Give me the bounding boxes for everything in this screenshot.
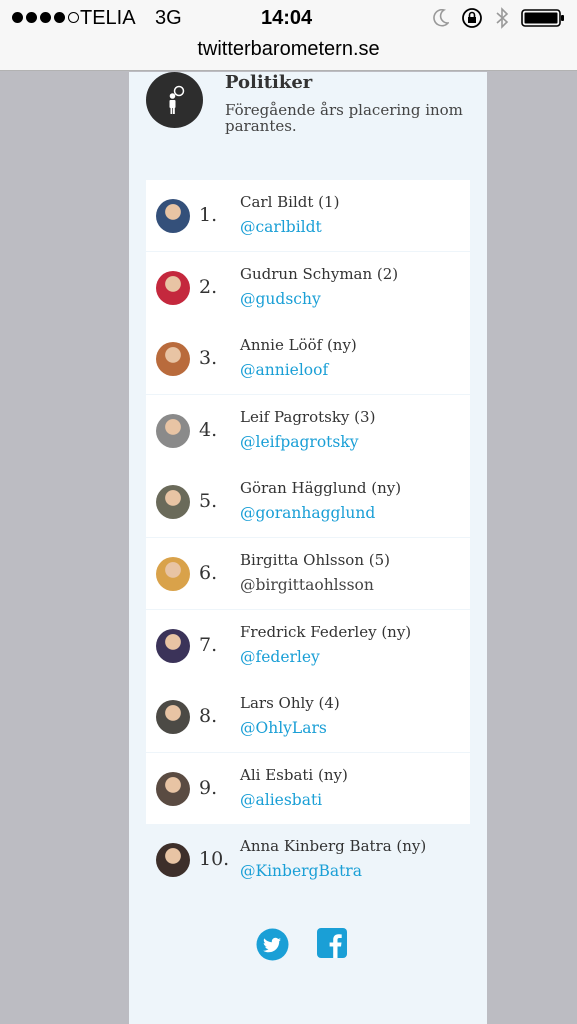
politician-name: Leif Pagrotsky (3) [240,407,376,426]
politician-name: Göran Hägglund (ny) [240,479,402,498]
ranking-list: 1. Carl Bildt (1) @carlbildt 2. Gudrun Schym… [146,180,470,896]
rank-number: 2. [199,275,218,298]
page-subtitle: Föregående års placering inom parantes. [225,101,463,135]
ranking-row[interactable]: 8. Lars Ohly (4) @OhlyLars [146,681,470,753]
battery-icon [521,8,565,34]
avatar[interactable] [156,342,190,377]
moon-icon [433,8,450,33]
ranking-row[interactable]: 10. Anna Kinberg Batra (ny) @KinbergBatra [146,824,470,895]
rank-number: 7. [199,633,218,656]
browser-chrome: TELIA 3G 14:04 twitterbarometern.se [0,0,577,71]
twitter-handle-link[interactable]: @leifpagrotsky [240,433,358,451]
twitter-handle-link[interactable]: @federley [240,648,320,666]
avatar[interactable] [156,843,190,878]
avatar[interactable] [156,485,190,520]
rank-number: 10. [199,848,230,871]
status-bar: TELIA 3G 14:04 [0,0,577,38]
rank-number: 8. [199,705,218,728]
rank-number: 6. [199,561,218,584]
twitter-handle-link[interactable]: @goranhagglund [240,504,375,522]
rank-number: 4. [199,418,218,441]
ranking-row[interactable]: 1. Carl Bildt (1) @carlbildt [146,180,470,251]
twitter-handle-link[interactable]: @birgittaohlsson [240,576,374,594]
twitter-handle-link[interactable]: @aliesbati [240,791,322,809]
politician-name: Anna Kinberg Batra (ny) [240,837,427,856]
signal-strength-icon [12,12,79,23]
politician-name: Gudrun Schyman (2) [240,264,399,283]
avatar[interactable] [156,270,190,305]
ranking-row[interactable]: 3. Annie Lööf (ny) @annieloof [146,323,470,395]
facebook-icon[interactable] [317,928,347,965]
ranking-row[interactable]: 9. Ali Esbati (ny) @aliesbati [146,752,470,824]
ranking-row[interactable]: 6. Birgitta Ohlsson (5) @birgittaohlsson [146,537,470,609]
bluetooth-icon [495,7,509,35]
avatar[interactable] [156,771,190,806]
politician-name: Birgitta Ohlsson (5) [240,550,391,569]
ranking-row[interactable]: 5. Göran Hägglund (ny) @goranhagglund [146,466,470,538]
twitter-icon[interactable] [256,928,289,965]
twitter-handle-link[interactable]: @KinbergBatra [240,862,362,880]
politician-name: Fredrick Federley (ny) [240,622,412,641]
content-panel: Politiker Föregående års placering inom … [129,72,487,1024]
ranking-row[interactable]: 2. Gudrun Schyman (2) @gudschy [146,251,470,323]
politician-name: Lars Ohly (4) [240,694,340,713]
avatar[interactable] [156,199,190,233]
rotation-lock-icon [461,7,483,35]
avatar[interactable] [156,628,190,663]
page-title: Politiker [225,72,313,93]
carrier-label: TELIA [80,7,136,29]
rank-number: 1. [199,204,218,226]
politician-name: Carl Bildt (1) [240,193,340,211]
network-label: 3G [155,7,182,29]
social-links [256,928,347,965]
politician-name: Ali Esbati (ny) [240,765,348,784]
avatar[interactable] [156,413,190,448]
twitter-handle-link[interactable]: @carlbildt [240,218,322,236]
rank-number: 5. [199,490,218,513]
politician-speech-icon [146,72,203,128]
politician-name: Annie Lööf (ny) [240,336,357,355]
rank-number: 3. [199,347,218,370]
twitter-handle-link[interactable]: @annieloof [240,361,328,379]
ranking-row[interactable]: 7. Fredrick Federley (ny) @federley [146,609,470,681]
avatar[interactable] [156,700,190,735]
twitter-handle-link[interactable]: @OhlyLars [240,719,327,737]
clock: 14:04 [261,7,313,29]
twitter-handle-link[interactable]: @gudschy [240,290,321,308]
avatar[interactable] [156,556,190,591]
address-bar[interactable]: twitterbarometern.se [0,38,577,61]
ranking-row[interactable]: 4. Leif Pagrotsky (3) @leifpagrotsky [146,394,470,466]
rank-number: 9. [199,776,218,799]
